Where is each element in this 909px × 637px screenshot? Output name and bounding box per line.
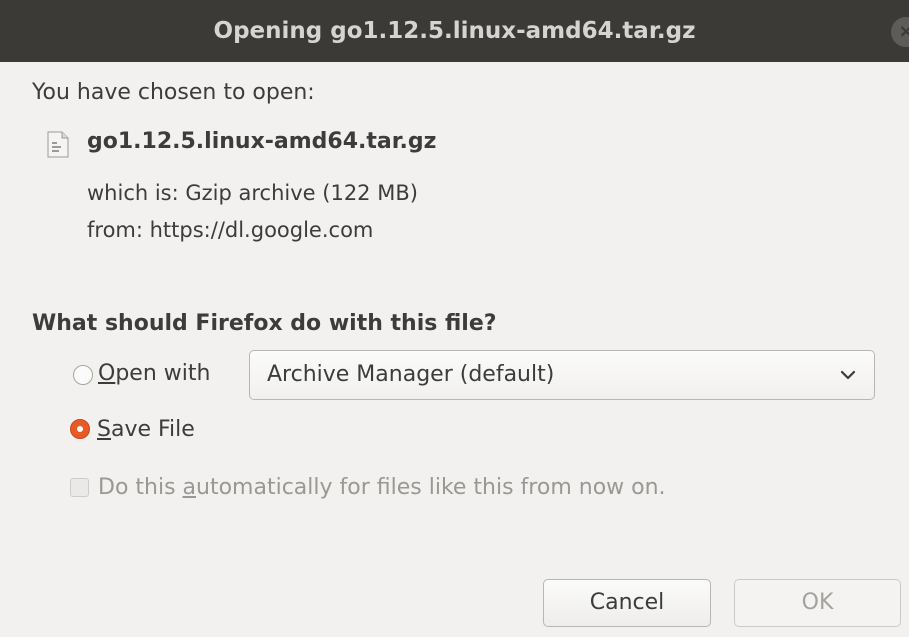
- auto-action-label-post: utomatically for files like this from no…: [196, 475, 666, 500]
- open-with-app-value: Archive Manager (default): [267, 362, 555, 387]
- window-title: Opening go1.12.5.linux-amd64.tar.gz: [213, 18, 696, 44]
- auto-action-label-pre: Do this: [98, 475, 183, 500]
- open-with-mnemonic: O: [98, 361, 116, 386]
- file-type-info: which is: Gzip archive (122 MB): [87, 181, 418, 205]
- archive-file-icon: [47, 131, 69, 158]
- save-file-mnemonic: S: [97, 417, 111, 442]
- cancel-button[interactable]: Cancel: [543, 579, 711, 627]
- open-with-radio[interactable]: [73, 365, 93, 385]
- chevron-down-icon: [840, 370, 856, 380]
- auto-action-checkbox[interactable]: [70, 478, 89, 497]
- action-question: What should Firefox do with this file?: [32, 311, 497, 336]
- file-name: go1.12.5.linux-amd64.tar.gz: [87, 129, 437, 154]
- open-with-label[interactable]: Open with: [98, 361, 210, 386]
- open-prompt: You have chosen to open:: [32, 80, 315, 105]
- save-file-label[interactable]: Save File: [97, 417, 195, 442]
- close-icon[interactable]: ×: [891, 17, 909, 47]
- save-file-radio[interactable]: [70, 419, 90, 439]
- open-with-label-rest: pen with: [115, 361, 211, 386]
- auto-action-label[interactable]: Do this automatically for files like thi…: [98, 475, 666, 500]
- file-source-info: from: https://dl.google.com: [87, 218, 374, 242]
- auto-action-mnemonic: a: [182, 475, 197, 500]
- save-file-label-rest: ave File: [110, 417, 195, 442]
- open-with-app-dropdown[interactable]: Archive Manager (default): [249, 350, 875, 400]
- ok-button[interactable]: OK: [734, 579, 901, 627]
- window-titlebar: Opening go1.12.5.linux-amd64.tar.gz ×: [0, 0, 909, 62]
